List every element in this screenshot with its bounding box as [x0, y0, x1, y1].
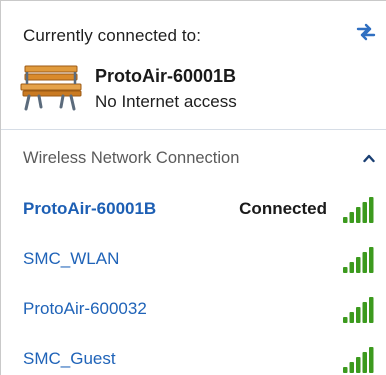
current-connection-panel: Currently connected to: ProtoAir-60001B … [1, 1, 386, 129]
signal-bar [362, 352, 367, 373]
wireless-section-header[interactable]: Wireless Network Connection [1, 141, 386, 177]
network-row-smc-guest[interactable]: SMC_Guest [1, 337, 386, 375]
signal-bar [369, 247, 374, 273]
signal-bar [343, 267, 348, 273]
current-network-name: ProtoAir-60001B [95, 66, 237, 86]
signal-bar [356, 257, 361, 273]
network-name: ProtoAir-600032 [23, 299, 147, 318]
wireless-section-label: Wireless Network Connection [23, 149, 240, 167]
chevron-up-icon[interactable] [363, 153, 375, 163]
signal-bar [362, 302, 367, 323]
signal-bar [356, 207, 361, 223]
signal-strength-icon [343, 247, 374, 273]
signal-bar [362, 252, 367, 273]
network-row-smc-wlan[interactable]: SMC_WLAN [1, 237, 386, 281]
signal-strength-icon [343, 297, 374, 323]
network-name: SMC_WLAN [23, 249, 120, 268]
signal-bar [343, 217, 348, 223]
section-divider [1, 129, 386, 130]
signal-bar [349, 262, 354, 273]
signal-bar [356, 307, 361, 323]
network-row-protoair-600032[interactable]: ProtoAir-600032 [1, 287, 386, 331]
signal-bar [343, 317, 348, 323]
network-name: ProtoAir-60001B [23, 199, 157, 218]
connection-state: Connected [239, 199, 327, 218]
current-connection-title: Currently connected to: [23, 26, 202, 45]
signal-bar [343, 367, 348, 373]
current-network-status: No Internet access [95, 92, 237, 111]
park-bench-icon [20, 65, 82, 111]
signal-bar [356, 357, 361, 373]
signal-bar [362, 202, 367, 223]
signal-bar [369, 297, 374, 323]
refresh-icon[interactable] [354, 20, 378, 44]
signal-strength-icon [343, 197, 374, 223]
signal-bar [369, 347, 374, 373]
signal-bar [349, 362, 354, 373]
signal-bar [369, 197, 374, 223]
signal-bar [349, 212, 354, 223]
network-flyout: Currently connected to: ProtoAir-60001B … [0, 0, 386, 375]
network-name: SMC_Guest [23, 349, 116, 368]
signal-bar [349, 312, 354, 323]
network-row-protoair-60001b[interactable]: ProtoAir-60001B Connected [1, 187, 386, 231]
signal-strength-icon [343, 347, 374, 373]
